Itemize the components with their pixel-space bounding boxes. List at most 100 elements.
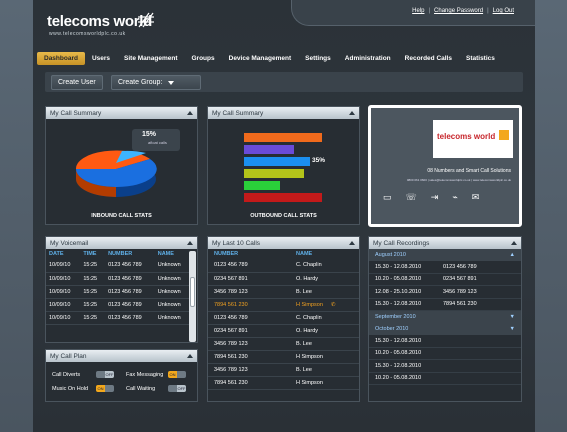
collapse-icon[interactable] <box>187 241 193 245</box>
cell-name: O. Hardy <box>296 327 319 334</box>
collapse-icon[interactable] <box>349 241 355 245</box>
cell-name: Unknown <box>157 262 181 269</box>
toggle-knob <box>177 371 186 378</box>
cell-number: 0234 567 891 <box>443 276 477 283</box>
recording-row[interactable]: 15.30 - 12.08.2010 0123 456 789 <box>369 261 521 274</box>
cell-number: 0123 456 789 <box>443 263 477 270</box>
cell-time: 15:25 <box>83 301 98 308</box>
cell-datetime: 10.20 - 05.08.2010 <box>375 276 422 283</box>
panel-title-bar[interactable]: My Call Summary <box>46 107 197 119</box>
panel-title-bar[interactable]: My Call Recordings <box>369 237 521 249</box>
fax-messaging-toggle[interactable]: ON <box>168 371 186 378</box>
month-header-september[interactable]: September 2010 ▼ <box>369 311 521 323</box>
col-header: NUMBER <box>214 251 239 257</box>
month-label: August 2010 <box>375 252 406 258</box>
panel-title-bar[interactable]: My Call Summary <box>208 107 359 119</box>
table-header: NUMBER NAME <box>208 249 359 259</box>
feature-icons: ▭ ☏ ⇥ ⌁ ✉ <box>383 192 479 203</box>
table-row[interactable]: 10/09/10 15:25 0123 456 789 Unknown <box>46 259 191 272</box>
table-row[interactable]: 0234 567 891 O. Hardy <box>208 272 359 285</box>
table-row[interactable]: 3456 789 123 B. Lee <box>208 337 359 350</box>
nav-administration[interactable]: Administration <box>338 52 398 65</box>
table-row[interactable]: 3456 789 123 B. Lee <box>208 363 359 376</box>
table-row[interactable]: 3456 789 123 B. Lee <box>208 285 359 298</box>
cell-datetime: 15.30 - 12.08.2010 <box>375 362 422 369</box>
help-link[interactable]: Help <box>412 8 424 14</box>
table-row-selected[interactable]: 7894 561 230 H Simpson ✆ <box>208 298 359 311</box>
table-row[interactable]: 10/09/10 15:25 0123 456 789 Unknown <box>46 311 191 324</box>
cell-datetime: 10.20 - 05.08.2010 <box>375 375 422 382</box>
collapse-icon[interactable] <box>349 111 355 115</box>
cell-number: 3456 789 123 <box>214 366 248 373</box>
cell-name: Unknown <box>157 314 181 321</box>
music-on-hold-label: Music On Hold <box>52 386 89 392</box>
transfer-icon: ⇥ <box>430 192 439 202</box>
col-header: NAME <box>157 251 174 257</box>
log-out-link[interactable]: Log Out <box>493 8 514 14</box>
promo-panel[interactable]: telecoms world 08 Numbers and Smart Call… <box>368 105 522 227</box>
nav-users[interactable]: Users <box>85 52 117 65</box>
nav-device-management[interactable]: Device Management <box>222 52 299 65</box>
nav-dashboard[interactable]: Dashboard <box>37 52 85 65</box>
cell-name: H Simpson <box>296 379 323 386</box>
scrollbar[interactable] <box>189 251 196 342</box>
table-row[interactable]: 0123 456 789 C. Chaplin <box>208 311 359 324</box>
panel-title-bar[interactable]: My Voicemail <box>46 237 197 249</box>
call-icon[interactable]: ✆ <box>331 302 336 308</box>
create-group-dropdown[interactable]: Create Group: <box>111 75 201 90</box>
last-calls-panel: My Last 10 Calls NUMBER NAME 0123 456 78… <box>207 236 360 402</box>
nav-site-management[interactable]: Site Management <box>117 52 184 65</box>
nav-settings[interactable]: Settings <box>298 52 338 65</box>
toggle-state: OFF <box>177 385 186 392</box>
music-on-hold-toggle[interactable]: ON <box>96 385 114 392</box>
cell-number: 0123 456 789 <box>214 314 248 321</box>
month-header-august[interactable]: August 2010 ▲ <box>369 249 521 261</box>
recording-row[interactable]: 15.30 - 12.08.2010 <box>369 335 521 348</box>
cell-name: C. Chaplin <box>296 314 322 321</box>
nav-statistics[interactable]: Statistics <box>459 52 502 65</box>
collapse-icon[interactable] <box>187 354 193 358</box>
table-row[interactable]: 7894 561 230 H Simpson <box>208 376 359 389</box>
recording-row[interactable]: 15.30 - 12.08.2010 7894 561 230 <box>369 299 521 311</box>
panel-title-bar[interactable]: My Last 10 Calls <box>208 237 359 249</box>
call-waiting-toggle[interactable]: OFF <box>168 385 186 392</box>
nav-recorded-calls[interactable]: Recorded Calls <box>398 52 459 65</box>
expand-arrow-icon: ▼ <box>509 326 515 332</box>
collapse-icon[interactable] <box>187 111 193 115</box>
collapse-icon[interactable] <box>511 241 517 245</box>
recording-row[interactable]: 10.20 - 05.08.2010 0234 567 891 <box>369 274 521 286</box>
toolbar: Create User Create Group: <box>45 72 523 92</box>
promo-tagline: 08 Numbers and Smart Call Solutions <box>427 168 511 174</box>
panel-title-bar[interactable]: My Call Plan <box>46 350 197 362</box>
create-user-button[interactable]: Create User <box>51 75 103 90</box>
month-label: October 2010 <box>375 326 409 332</box>
toggle-knob <box>168 385 177 392</box>
recording-row[interactable]: 15.30 - 12.08.2010 <box>369 360 521 373</box>
col-header: NUMBER <box>108 251 133 257</box>
table-row[interactable]: 10/09/10 15:25 0123 456 789 Unknown <box>46 298 191 311</box>
cell-number: 7894 561 230 <box>214 379 248 386</box>
table-row[interactable]: 0234 567 891 O. Hardy <box>208 324 359 337</box>
cell-number: 3456 789 123 <box>443 288 477 295</box>
nav-groups[interactable]: Groups <box>185 52 222 65</box>
bar-chart <box>244 133 322 202</box>
table-row[interactable]: 0123 456 789 C. Chaplin <box>208 259 359 272</box>
bar-pct-label: 35% <box>312 157 326 164</box>
panel-title: My Call Summary <box>50 109 102 117</box>
call-summary-inbound-panel: My Call Summary 15% afloat calls INBOUND… <box>45 106 198 225</box>
table-row[interactable]: 7894 561 230 H Simpson <box>208 350 359 363</box>
cell-name: H Simpson <box>296 353 323 360</box>
change-password-link[interactable]: Change Password <box>434 8 483 14</box>
recording-row[interactable]: 10.20 - 05.08.2010 <box>369 348 521 360</box>
call-plan-panel: My Call Plan Call Diverts OFF Fax Messag… <box>45 349 198 402</box>
table-row[interactable]: 10/09/10 15:25 0123 456 789 Unknown <box>46 285 191 298</box>
call-diverts-toggle[interactable]: OFF <box>96 371 114 378</box>
month-header-october[interactable]: October 2010 ▼ <box>369 323 521 335</box>
recording-row[interactable]: 12.08 - 25.10.2010 3456 789 123 <box>369 286 521 299</box>
table-row[interactable]: 10/09/10 15:25 0123 456 789 Unknown <box>46 272 191 285</box>
mail-icon: ✉ <box>471 192 480 202</box>
cell-datetime: 15.30 - 12.08.2010 <box>375 301 422 308</box>
scroll-thumb[interactable] <box>190 277 195 307</box>
separator: | <box>487 8 489 14</box>
recording-row[interactable]: 10.20 - 05.08.2010 <box>369 373 521 385</box>
